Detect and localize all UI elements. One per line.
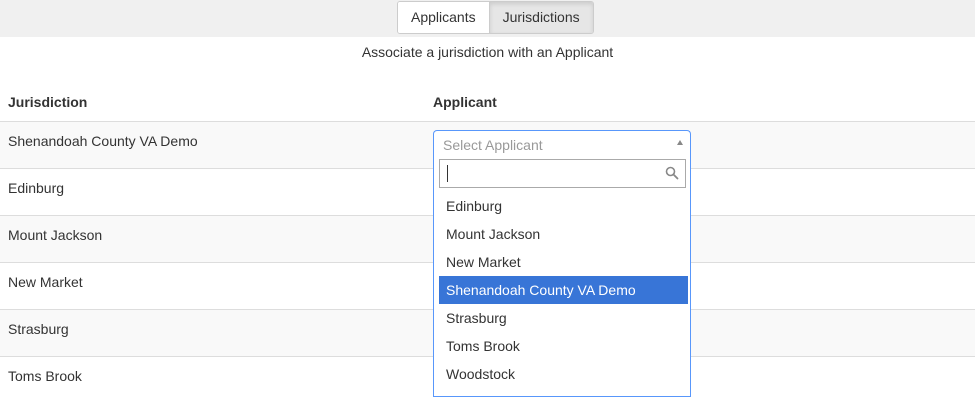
option-item[interactable]: Mount Jackson — [439, 220, 688, 248]
tab-group: Applicants Jurisdictions — [397, 1, 594, 34]
option-item[interactable]: New Market — [439, 248, 688, 276]
search-icon — [665, 166, 679, 180]
jurisdiction-cell: Toms Brook — [8, 368, 82, 384]
options-list: Edinburg Mount Jackson New Market Shenan… — [439, 192, 688, 388]
option-item[interactable]: Woodstock — [439, 360, 688, 388]
jurisdiction-cell: New Market — [8, 274, 83, 290]
tab-jurisdictions[interactable]: Jurisdictions — [488, 2, 593, 33]
applicant-select[interactable]: Select Applicant — [433, 130, 691, 158]
triangle-up-icon — [677, 140, 683, 145]
column-header-jurisdiction: Jurisdiction — [8, 94, 88, 110]
page-subtitle: Associate a jurisdiction with an Applica… — [361, 44, 614, 60]
column-header-applicant: Applicant — [433, 94, 497, 110]
option-item[interactable]: Edinburg — [439, 192, 688, 220]
text-cursor — [447, 165, 448, 182]
option-item[interactable]: Toms Brook — [439, 332, 688, 360]
option-item[interactable]: Strasburg — [439, 304, 688, 332]
jurisdiction-cell: Mount Jackson — [8, 227, 103, 243]
select-placeholder: Select Applicant — [443, 137, 543, 153]
jurisdiction-cell: Shenandoah County VA Demo — [8, 133, 198, 149]
option-item[interactable]: Shenandoah County VA Demo — [439, 276, 688, 304]
jurisdiction-cell: Strasburg — [8, 321, 69, 337]
search-field[interactable] — [439, 159, 686, 188]
top-bar: Applicants Jurisdictions — [0, 0, 975, 37]
applicant-dropdown: Edinburg Mount Jackson New Market Shenan… — [433, 157, 691, 397]
tab-applicants[interactable]: Applicants — [398, 2, 489, 33]
jurisdiction-cell: Edinburg — [8, 180, 65, 196]
search-input[interactable] — [440, 160, 660, 187]
